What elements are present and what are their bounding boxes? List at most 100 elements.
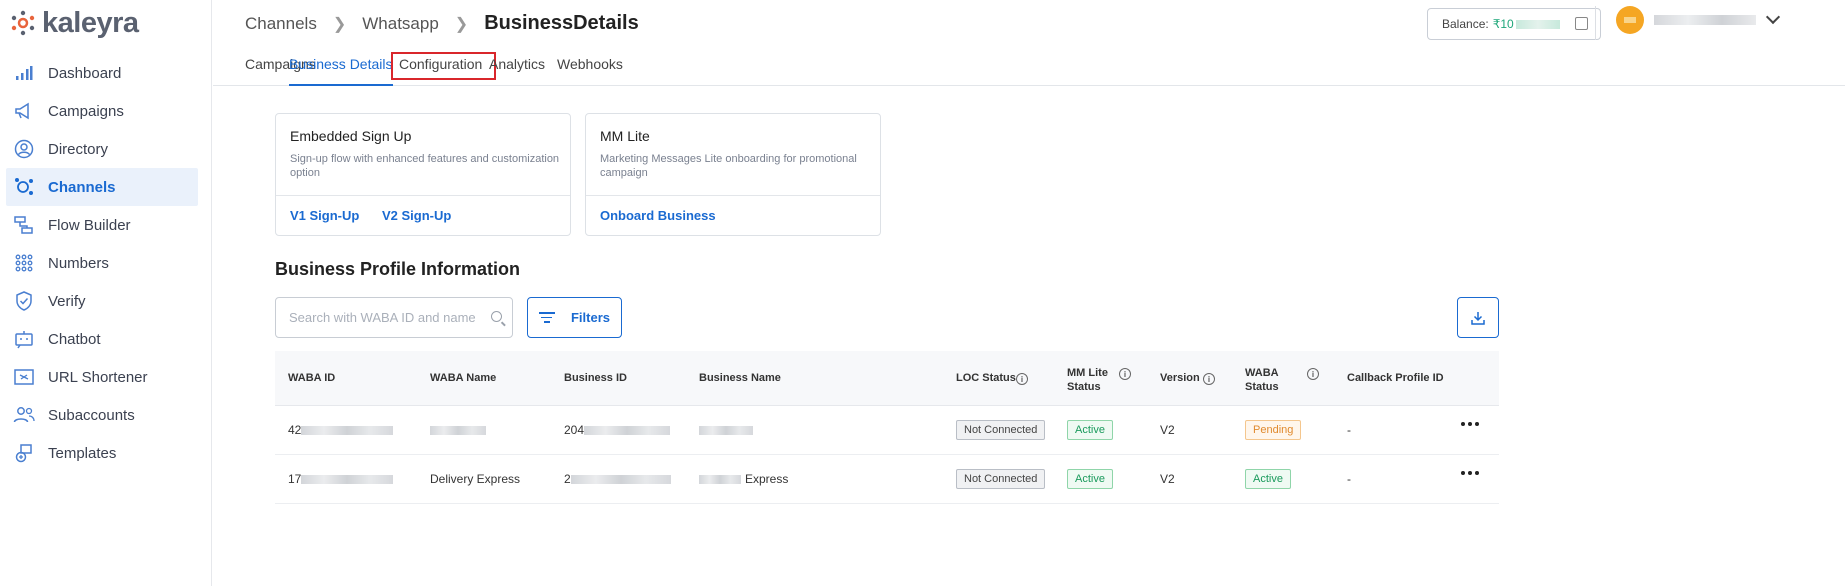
user-name-redacted <box>1654 15 1756 25</box>
sidebar-item-label: URL Shortener <box>48 368 148 386</box>
download-button[interactable] <box>1457 297 1499 338</box>
col-label: LOC Status <box>956 372 1016 384</box>
cell-waba-name <box>430 423 486 437</box>
more-options-icon[interactable] <box>1461 422 1479 426</box>
info-icon[interactable]: i <box>1203 373 1215 385</box>
v1-signup-link[interactable]: V1 Sign-Up <box>290 208 359 223</box>
sidebar-item-label: Subaccounts <box>48 406 135 424</box>
tab-bar: Campaigns Business Details Configuration… <box>213 48 1845 86</box>
cell-waba-id: 17 <box>288 472 394 486</box>
sidebar-item-templates[interactable]: Templates <box>6 434 198 472</box>
chatbot-icon <box>12 327 36 351</box>
filters-button[interactable]: Filters <box>527 297 622 338</box>
col-version: Version i <box>1160 371 1215 385</box>
user-menu[interactable] <box>1616 6 1781 34</box>
top-bar: Channels ❯ Whatsapp ❯ BusinessDetails Ba… <box>213 0 1845 48</box>
col-business-id: Business ID <box>564 372 627 384</box>
download-icon <box>1471 311 1485 325</box>
sidebar-item-label: Channels <box>48 178 116 196</box>
col-waba-status: WABA Status i <box>1245 366 1319 394</box>
sidebar-item-url-shortener[interactable]: URL Shortener <box>6 358 198 396</box>
sidebar-item-flow-builder[interactable]: Flow Builder <box>6 206 198 244</box>
info-icon[interactable]: i <box>1016 373 1028 385</box>
sidebar-item-label: Templates <box>48 444 117 462</box>
balance-widget[interactable]: Balance: ₹10 <box>1427 8 1601 40</box>
sidebar-nav: Dashboard Campaigns Directory Channels F… <box>6 54 198 472</box>
info-icon[interactable]: i <box>1307 368 1319 380</box>
table-row[interactable]: 17 Delivery Express 2 Express Not Connec… <box>275 455 1499 504</box>
cell-callback: - <box>1347 472 1351 486</box>
card-description: Marketing Messages Lite onboarding for p… <box>600 153 857 179</box>
kaleyra-logo[interactable]: kaleyra <box>10 6 139 40</box>
sidebar-item-label: Flow Builder <box>48 216 131 234</box>
v2-signup-link[interactable]: V2 Sign-Up <box>382 208 451 223</box>
cell-waba-id: 42 <box>288 423 394 437</box>
onboard-business-link[interactable]: Onboard Business <box>600 208 716 223</box>
cell-waba-name: Delivery Express <box>430 472 521 486</box>
breadcrumb-whatsapp[interactable]: Whatsapp <box>362 14 439 34</box>
templates-icon <box>12 441 36 465</box>
card-description: Sign-up flow with enhanced features and … <box>290 153 560 179</box>
status-badge: Pending <box>1245 420 1302 440</box>
refresh-icon[interactable] <box>1575 17 1588 30</box>
divider <box>276 195 570 196</box>
cell-business-name <box>699 423 753 437</box>
dial-pad-icon <box>12 251 36 275</box>
page-title: BusinessDetails <box>484 12 639 34</box>
tab-business-details[interactable]: Business Details <box>289 56 393 86</box>
sidebar-item-label: Dashboard <box>48 64 122 82</box>
col-loc-status: LOC Status i <box>956 371 1028 385</box>
sidebar: kaleyra Dashboard Campaigns Directory Ch… <box>0 0 212 586</box>
col-business-name: Business Name <box>699 372 781 384</box>
main-content: Channels ❯ Whatsapp ❯ BusinessDetails Ba… <box>213 0 1845 586</box>
embedded-signup-card: Embedded Sign Up Sign-up flow with enhan… <box>275 113 571 236</box>
tab-webhooks[interactable]: Webhooks <box>557 56 623 86</box>
col-label: MM Lite <box>1067 367 1108 379</box>
table-row[interactable]: 42 204 Not Connected Active V2 Pending - <box>275 406 1499 455</box>
balance-label: Balance: <box>1442 17 1489 31</box>
sidebar-item-channels[interactable]: Channels <box>6 168 198 206</box>
col-callback-profile-id: Callback Profile ID <box>1347 372 1444 384</box>
filter-icon <box>538 312 555 323</box>
more-options-icon[interactable] <box>1461 471 1479 475</box>
sidebar-item-label: Chatbot <box>48 330 101 348</box>
filters-label: Filters <box>570 310 610 325</box>
cell-business-name: Express <box>699 472 788 486</box>
sidebar-item-label: Directory <box>48 140 109 158</box>
business-profile-table: WABA ID WABA Name Business ID Business N… <box>275 351 1499 504</box>
mm-lite-card: MM Lite Marketing Messages Lite onboardi… <box>585 113 881 236</box>
breadcrumb-channels[interactable]: Channels <box>245 14 317 34</box>
card-title: MM Lite <box>600 128 650 144</box>
status-badge: Not Connected <box>956 420 1046 440</box>
col-label: Status <box>1245 381 1279 393</box>
cell-version: V2 <box>1160 423 1175 437</box>
tab-analytics[interactable]: Analytics <box>489 56 545 86</box>
sidebar-item-dashboard[interactable]: Dashboard <box>6 54 198 92</box>
section-title: Business Profile Information <box>275 259 521 279</box>
sidebar-item-subaccounts[interactable]: Subaccounts <box>6 396 198 434</box>
sidebar-item-campaigns[interactable]: Campaigns <box>6 92 198 130</box>
sidebar-item-label: Numbers <box>48 254 109 272</box>
search-input[interactable]: Search with WABA ID and name <box>275 297 513 338</box>
search-placeholder: Search with WABA ID and name <box>289 310 476 325</box>
sidebar-item-directory[interactable]: Directory <box>6 130 198 168</box>
cell-business-id: 204 <box>564 423 671 437</box>
card-title: Embedded Sign Up <box>290 128 412 144</box>
status-badge: Active <box>1067 469 1113 489</box>
channels-icon <box>12 175 36 199</box>
balance-amount-redacted <box>1515 19 1560 29</box>
sidebar-item-numbers[interactable]: Numbers <box>6 244 198 282</box>
tab-configuration[interactable]: Configuration <box>391 52 497 80</box>
col-mm-lite-status: MM Lite Status i <box>1067 366 1131 394</box>
col-label: WABA <box>1245 367 1279 379</box>
chevron-right-icon: ❯ <box>454 15 469 33</box>
sidebar-item-label: Verify <box>48 292 86 310</box>
col-label: Status <box>1067 381 1101 393</box>
sidebar-item-label: Campaigns <box>48 102 124 120</box>
user-circle-icon <box>12 137 36 161</box>
info-icon[interactable]: i <box>1119 368 1131 380</box>
sidebar-item-verify[interactable]: Verify <box>6 282 198 320</box>
cell-version: V2 <box>1160 472 1175 486</box>
sidebar-item-chatbot[interactable]: Chatbot <box>6 320 198 358</box>
megaphone-icon <box>12 99 36 123</box>
